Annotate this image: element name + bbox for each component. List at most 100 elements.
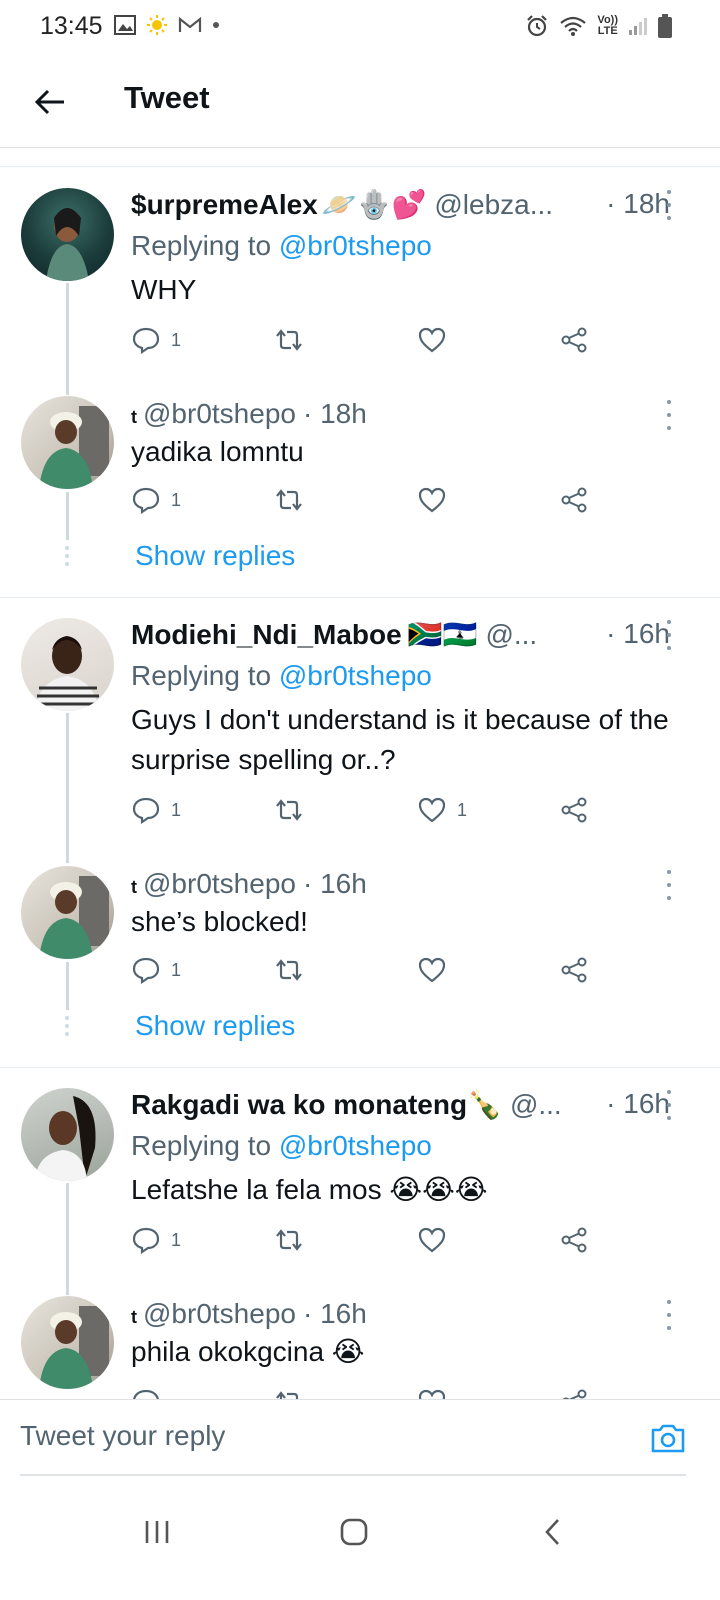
user-handle: @br0tshepo (143, 1298, 296, 1329)
tweet-item[interactable]: Modiehi_Ndi_Maboe 🇿🇦🇱🇸 @... · 16h Replyi… (0, 598, 720, 863)
retweet-button[interactable] (273, 796, 305, 824)
timestamp: · 18h (302, 398, 367, 429)
name-emoji: 🇿🇦🇱🇸 (407, 619, 478, 650)
like-button[interactable]: 1 (417, 796, 467, 824)
like-button[interactable] (417, 486, 457, 514)
thread-line (66, 713, 69, 863)
home-button[interactable] (329, 1512, 379, 1552)
reply-icon (132, 487, 160, 514)
reply-count: 1 (171, 1229, 182, 1250)
like-button[interactable] (417, 326, 457, 354)
like-button[interactable] (417, 1226, 457, 1254)
timestamp: · 16h (302, 1298, 367, 1329)
like-button[interactable] (417, 1388, 447, 1399)
tweet-item[interactable]: $urpremeAlex 🪐🪬💕 @lebza... · 18h Replyin… (0, 168, 720, 395)
replying-to-link[interactable]: @br0tshepo (279, 230, 432, 261)
avatar[interactable] (21, 1088, 114, 1181)
replying-to: Replying to @br0tshepo (131, 230, 432, 261)
reply-button[interactable]: 1 (131, 486, 181, 514)
system-nav-bar (0, 1480, 720, 1600)
reply-button[interactable] (131, 1388, 161, 1399)
reply-count: 1 (171, 799, 182, 820)
reply-icon (132, 327, 160, 354)
display-name[interactable]: t (131, 877, 137, 898)
avatar[interactable] (21, 866, 114, 959)
more-options-icon[interactable] (662, 400, 676, 430)
avatar[interactable] (21, 188, 114, 281)
action-bar: 1 (131, 956, 611, 988)
reply-button[interactable]: 1 (131, 796, 181, 824)
more-options-icon[interactable] (662, 190, 676, 220)
thread-dots (64, 1016, 70, 1036)
reply-icon (133, 1389, 159, 1399)
display-name[interactable]: t (131, 407, 137, 428)
top-app-bar: Tweet (0, 54, 720, 148)
tweet-item[interactable]: t @br0tshepo · 16h phila okokgcina 😭 (0, 1278, 720, 1399)
reply-count: 1 (171, 329, 182, 350)
heart-icon (418, 487, 446, 513)
status-bar: 13:45 Vo)) LTE (0, 0, 720, 54)
retweet-icon (276, 329, 302, 351)
reply-button[interactable]: 1 (131, 326, 181, 354)
retweet-button[interactable] (273, 956, 305, 984)
avatar[interactable] (21, 1296, 114, 1389)
like-button[interactable] (417, 956, 457, 984)
avatar[interactable] (21, 618, 114, 711)
timestamp: · 16h (606, 1088, 670, 1119)
reply-icon (132, 797, 160, 824)
heart-icon (418, 797, 446, 823)
replying-to-link[interactable]: @br0tshepo (279, 1130, 432, 1161)
share-icon (561, 797, 587, 823)
more-options-icon[interactable] (662, 1300, 676, 1330)
retweet-button[interactable] (273, 326, 305, 354)
like-count: 1 (457, 799, 468, 820)
reply-button[interactable]: 1 (131, 1226, 181, 1254)
heart-icon (418, 957, 446, 983)
share-button[interactable] (559, 326, 589, 354)
show-replies-link[interactable]: Show replies (135, 1010, 295, 1042)
chevron-left-icon (545, 1519, 559, 1545)
retweet-button[interactable] (273, 486, 305, 514)
tweet-text: she’s blocked! (131, 906, 308, 937)
share-button[interactable] (559, 796, 589, 824)
heart-icon (418, 327, 446, 353)
replying-to-link[interactable]: @br0tshepo (279, 660, 432, 691)
recent-apps-button[interactable] (132, 1512, 182, 1552)
arrow-left-icon (34, 89, 64, 115)
display-name[interactable]: t (131, 1307, 137, 1328)
tweet-item[interactable]: Rakgadi wa ko monateng 🍾 @... · 16h Repl… (0, 1068, 720, 1295)
more-options-icon[interactable] (662, 870, 676, 900)
signal-icon (629, 18, 647, 35)
dot-icon (213, 22, 219, 28)
display-name[interactable]: $urpremeAlex (131, 189, 318, 221)
show-replies-link[interactable]: Show replies (135, 540, 295, 572)
sun-icon (147, 15, 167, 35)
tweet-item[interactable]: t @br0tshepo · 18h yadika lomntu 1 Show … (0, 378, 720, 598)
tweet-item[interactable]: t @br0tshepo · 16h she’s blocked! 1 Show… (0, 848, 720, 1068)
heart-icon (418, 1389, 446, 1399)
share-button[interactable] (559, 486, 589, 514)
share-button[interactable] (559, 1226, 589, 1254)
share-button[interactable] (559, 956, 589, 984)
more-options-icon[interactable] (662, 1090, 676, 1120)
timestamp: · 18h (606, 188, 670, 219)
reply-button[interactable]: 1 (131, 956, 181, 984)
camera-icon (651, 1424, 685, 1453)
camera-button[interactable] (650, 1422, 686, 1459)
more-options-icon[interactable] (662, 620, 676, 650)
user-handle: @... (485, 619, 538, 650)
back-button[interactable] (30, 82, 70, 122)
display-name[interactable]: Rakgadi wa ko monateng (131, 1089, 467, 1121)
retweet-icon (276, 489, 302, 511)
retweet-button[interactable] (273, 1226, 305, 1254)
reply-input[interactable]: Tweet your reply (20, 1420, 225, 1452)
retweet-button[interactable] (273, 1388, 305, 1399)
avatar[interactable] (21, 396, 114, 489)
system-back-button[interactable] (528, 1512, 578, 1552)
volte-indicator: Vo)) LTE (597, 14, 618, 37)
retweet-icon (276, 1229, 302, 1251)
action-bar (131, 1388, 611, 1399)
home-icon (340, 1518, 368, 1546)
display-name[interactable]: Modiehi_Ndi_Maboe (131, 619, 402, 651)
share-button[interactable] (559, 1388, 589, 1399)
